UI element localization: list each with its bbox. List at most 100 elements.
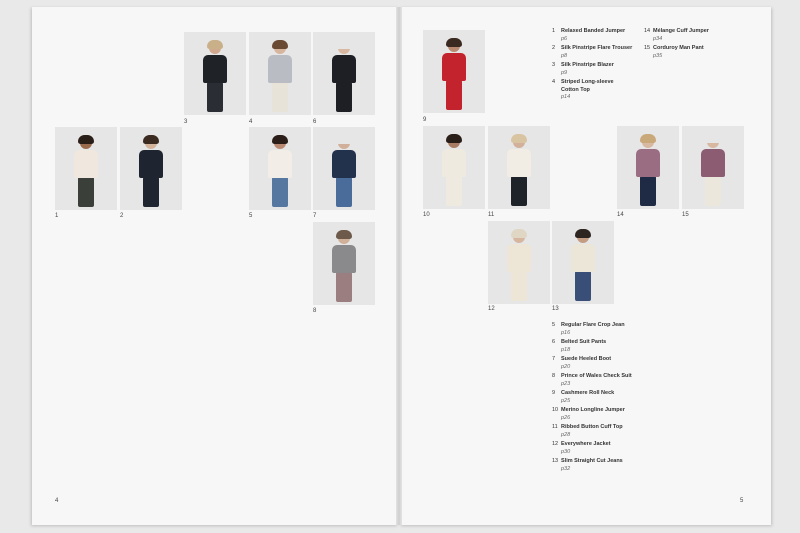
model-figure	[437, 38, 471, 110]
index-page: p20	[561, 363, 571, 370]
index-page: p30	[561, 448, 571, 455]
index-item: 7 Suede Heeled Boot p20	[552, 356, 652, 370]
index-number: 15	[644, 45, 651, 51]
photo-9	[423, 30, 485, 113]
index-item: 6 Belted Suit Pants p18	[552, 339, 652, 353]
index-title: Belted Suit Pants	[561, 339, 607, 345]
photo-14	[617, 126, 679, 209]
model-hair	[446, 134, 462, 143]
model-legs	[207, 82, 223, 112]
photo-7	[313, 127, 375, 210]
photo-5-caption: 5	[249, 213, 253, 219]
photo-2	[120, 127, 182, 210]
index-page: p34	[653, 35, 663, 42]
index-number: 1	[552, 28, 556, 34]
spine	[396, 7, 402, 525]
index-title: Relaxed Banded Jumper	[561, 28, 626, 34]
model-figure	[502, 229, 536, 301]
photo-6-caption: 6	[313, 119, 317, 125]
index-item: 1 Relaxed Banded Jumper p6	[552, 28, 642, 42]
photo-13-caption: 13	[552, 306, 559, 312]
index-title: Prince of Wales Check Suit	[561, 373, 632, 379]
photo-11-caption: 11	[488, 212, 495, 218]
model-figure	[327, 230, 361, 302]
index-number: 9	[552, 390, 556, 396]
model-hair	[207, 40, 223, 49]
index-page: p6	[561, 35, 568, 42]
model-hair	[705, 134, 721, 143]
model-hair	[272, 40, 288, 49]
model-torso	[139, 150, 163, 178]
model-figure	[263, 135, 297, 207]
photo-4	[249, 32, 311, 115]
model-legs	[336, 177, 352, 207]
model-figure	[327, 135, 361, 207]
index-page: p16	[561, 329, 571, 336]
index-item: 4 Striped Long-sleeve Cotton Top p14	[552, 79, 642, 101]
model-legs	[640, 176, 656, 206]
model-hair	[272, 135, 288, 144]
photo-10	[423, 126, 485, 209]
model-legs	[446, 80, 462, 110]
photo-6	[313, 32, 375, 115]
model-torso	[571, 244, 595, 272]
model-hair	[640, 134, 656, 143]
model-hair	[575, 229, 591, 238]
index-number: 11	[552, 424, 558, 430]
index-title: Regular Flare Crop Jean	[561, 322, 625, 328]
index-number: 6	[552, 339, 556, 345]
model-torso	[701, 149, 725, 177]
model-hair	[336, 230, 352, 239]
index-item: 8 Prince of Wales Check Suit p23	[552, 373, 652, 387]
index-bottom: 5 Regular Flare Crop Jean p16 6 Belted Suit…	[552, 322, 652, 476]
photo-4-caption: 4	[249, 119, 253, 125]
index-item: 3 Silk Pinstripe Blazer p9	[552, 62, 642, 76]
model-legs	[272, 177, 288, 207]
model-torso	[74, 150, 98, 178]
model-figure	[566, 229, 600, 301]
model-figure	[437, 134, 471, 206]
model-torso	[442, 149, 466, 177]
left-page-number: 4	[55, 498, 59, 504]
photo-15	[682, 126, 744, 209]
index-page: p8	[561, 52, 568, 59]
photo-2-caption: 2	[120, 213, 124, 219]
index-item: 2 Silk Pinstripe Flare Trouser p8	[552, 45, 642, 59]
index-title: Suede Heeled Boot	[561, 356, 612, 362]
model-figure	[198, 40, 232, 112]
index-title: Silk Pinstripe Blazer	[561, 62, 614, 68]
model-torso	[507, 149, 531, 177]
index-number: 7	[552, 356, 556, 362]
photo-12-caption: 12	[488, 306, 495, 312]
model-legs	[336, 272, 352, 302]
index-item: 15 Corduroy Man Pant p35	[644, 45, 724, 59]
model-torso	[332, 245, 356, 273]
model-figure	[502, 134, 536, 206]
model-hair	[511, 229, 527, 238]
model-hair	[143, 135, 159, 144]
model-legs	[143, 177, 159, 207]
model-legs	[336, 82, 352, 112]
index-number: 13	[552, 458, 559, 464]
index-item: 5 Regular Flare Crop Jean p16	[552, 322, 652, 336]
index-number: 10	[552, 407, 559, 413]
index-title-line2: Cotton Top	[561, 86, 590, 93]
index-number: 2	[552, 45, 556, 51]
model-figure	[631, 134, 665, 206]
index-page: p23	[561, 380, 571, 387]
index-page: p9	[561, 69, 568, 76]
index-page: p32	[561, 465, 571, 472]
index-number: 3	[552, 62, 556, 68]
model-torso	[442, 53, 466, 81]
photo-14-caption: 14	[617, 212, 624, 218]
index-item: 10 Merino Longline Jumper p26	[552, 407, 652, 421]
model-legs	[78, 177, 94, 207]
photo-8-caption: 8	[313, 308, 317, 314]
photo-10-caption: 10	[423, 212, 430, 218]
photo-7-caption: 7	[313, 213, 317, 219]
index-item: 14 Mélange Cuff Jumper p34	[644, 28, 724, 42]
photo-5	[249, 127, 311, 210]
model-figure	[696, 134, 730, 206]
index-title: Slim Straight Cut Jeans	[561, 458, 623, 464]
model-torso	[636, 149, 660, 177]
